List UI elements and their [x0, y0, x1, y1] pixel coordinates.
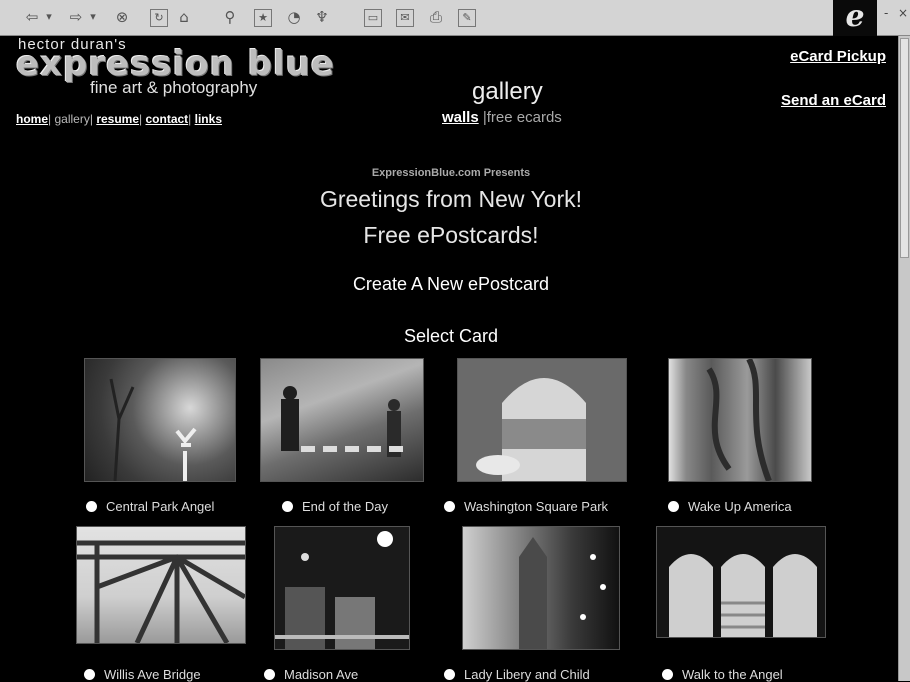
close-button[interactable]: × [898, 6, 908, 20]
arch-view [458, 359, 626, 481]
radio-button[interactable] [264, 669, 275, 680]
card-option-madison-ave[interactable]: Madison Ave [264, 667, 358, 682]
card-label: Central Park Angel [106, 499, 215, 514]
card-thumbnail-willis-ave-bridge[interactable] [76, 526, 247, 645]
nav-resume-link[interactable]: resume [96, 112, 139, 126]
card-option-lady-liberty-and-child[interactable]: Lady Libery and Child [444, 667, 590, 682]
bridge-trusses [77, 540, 247, 645]
radio-button[interactable] [662, 669, 673, 680]
home-icon[interactable]: ⌂ [174, 7, 194, 27]
forward-icon[interactable]: ⇨ [66, 7, 86, 27]
edit-icon[interactable]: ✎ [458, 9, 476, 27]
card-label: End of the Day [302, 499, 388, 514]
favorites-icon[interactable]: ★ [254, 9, 272, 27]
presents-text: ExpressionBlue.com Presents [371, 167, 531, 179]
radio-button[interactable] [86, 501, 97, 512]
radio-button[interactable] [84, 669, 95, 680]
card-label: Willis Ave Bridge [104, 667, 201, 682]
card-thumbnail-central-park-angel[interactable] [84, 358, 236, 482]
back-icon[interactable]: ⇦ [22, 7, 42, 27]
scrollbar-thumb[interactable] [900, 38, 909, 258]
send-ecard-link[interactable]: Send an eCard [781, 92, 886, 109]
history-icon[interactable]: ◔ [284, 7, 304, 27]
nav-separator: | [89, 112, 93, 126]
card-option-washington-square-park[interactable]: Washington Square Park [444, 499, 608, 514]
card-thumbnail-end-of-the-day[interactable] [260, 358, 424, 482]
street-figures [281, 386, 411, 457]
card-thumbnail-lady-liberty-and-child[interactable] [462, 526, 620, 650]
card-label: Madison Ave [284, 667, 359, 682]
ie-logo-icon: e [833, 0, 877, 36]
section-title: gallery [472, 78, 543, 105]
refresh-icon[interactable]: ↻ [150, 9, 168, 27]
page-content: hector duran's expression blue fine art … [4, 36, 898, 682]
radio-button[interactable] [282, 501, 293, 512]
channels-icon[interactable]: ♆ [312, 7, 332, 27]
free-ecards-current: free ecards [486, 109, 562, 126]
card-option-willis-ave-bridge[interactable]: Willis Ave Bridge [84, 667, 201, 682]
card-label: Washington Square Park [464, 499, 609, 514]
card-option-central-park-angel[interactable]: Central Park Angel [86, 499, 214, 514]
nav-contact-link[interactable]: contact [145, 112, 188, 126]
statue-texture [706, 357, 772, 483]
statue-silhouette [519, 537, 606, 649]
nav-separator: | [139, 112, 143, 126]
card-thumbnail-wake-up-america[interactable] [668, 357, 812, 483]
back-dropdown-icon[interactable]: ▾ [44, 7, 54, 27]
card-option-wake-up-america[interactable]: Wake Up America [668, 499, 792, 514]
minimize-button[interactable]: - [884, 6, 888, 20]
radio-button[interactable] [668, 501, 679, 512]
create-epostcard-heading: Create A New ePostcard [352, 274, 550, 294]
forward-dropdown-icon[interactable]: ▾ [88, 7, 98, 27]
ecard-pickup-link[interactable]: eCard Pickup [790, 48, 886, 65]
card-thumbnail-washington-square-park[interactable] [457, 358, 627, 482]
nav-links-link[interactable]: links [195, 112, 222, 126]
search-icon[interactable]: ⚲ [220, 7, 240, 27]
print-icon[interactable]: ⎙ [426, 7, 446, 27]
fullscreen-icon[interactable]: ▭ [364, 9, 382, 27]
mail-icon[interactable]: ✉ [396, 9, 414, 27]
radio-button[interactable] [444, 669, 455, 680]
night-street [275, 531, 409, 649]
card-label: Wake Up America [688, 499, 792, 514]
nav-separator: | [188, 112, 192, 126]
logo-tagline: fine art & photography [90, 78, 258, 97]
main-nav: home| gallery| resume| contact| links [16, 112, 222, 126]
headline-free-epostcards: Free ePostcards! [363, 222, 539, 248]
arcade-arches [657, 527, 825, 637]
gallery-subnav: walls |free ecards [442, 109, 562, 126]
card-thumbnail-walk-to-the-angel[interactable] [656, 526, 826, 638]
nav-gallery-current: gallery [54, 112, 90, 126]
headline-greetings: Greetings from New York! [319, 186, 583, 212]
card-option-end-of-the-day[interactable]: End of the Day [282, 499, 388, 514]
card-label: Lady Libery and Child [464, 667, 590, 682]
select-card-heading: Select Card [403, 326, 499, 346]
card-label: Walk to the Angel [682, 667, 783, 682]
walls-link[interactable]: walls [442, 109, 479, 126]
vertical-scrollbar[interactable] [898, 36, 910, 681]
nav-separator: | [48, 112, 52, 126]
card-thumbnail-madison-ave[interactable] [274, 526, 410, 650]
tree-angel-silhouette [109, 378, 197, 482]
browser-toolbar: ⇦ ▾ ⇨ ▾ ⊗ ↻ ⌂ ⚲ ★ ◔ ♆ ▭ ✉ ⎙ ✎ e - × [0, 0, 910, 36]
stop-icon[interactable]: ⊗ [112, 7, 132, 27]
card-option-walk-to-the-angel[interactable]: Walk to the Angel [662, 667, 783, 682]
radio-button[interactable] [444, 501, 455, 512]
nav-home-link[interactable]: home [16, 112, 48, 126]
